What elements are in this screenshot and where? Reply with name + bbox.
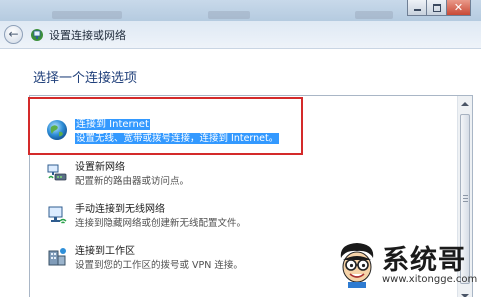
page-title: 设置连接或网络 <box>49 29 126 42</box>
watermark-logo: 系统哥 www.xitongge.com <box>335 238 478 294</box>
blurred-background-label <box>52 11 122 19</box>
minimize-button[interactable] <box>407 0 427 16</box>
grip-line <box>463 201 468 202</box>
back-arrow-icon: ← <box>8 27 19 41</box>
wizard-header: ← 设置连接或网络 <box>0 21 481 49</box>
network-wizard-icon <box>31 29 43 41</box>
blurred-background-label <box>208 11 250 19</box>
window-title-strip: ✕ <box>0 0 481 21</box>
option-title: 设置新网络 <box>75 162 125 173</box>
minimize-icon <box>414 9 421 11</box>
cartoon-face-icon <box>340 243 374 288</box>
grip-line <box>463 195 468 196</box>
option-title: 连接到工作区 <box>75 246 135 257</box>
window-controls: ✕ <box>407 0 471 16</box>
blurred-background-label <box>355 11 393 19</box>
option-manual-wireless[interactable]: 手动连接到无线网络 连接到隐藏网络或创建新无线配置文件。 <box>36 196 451 232</box>
grip-line <box>463 198 468 199</box>
network-setup-icon <box>47 164 67 181</box>
wireless-network-icon <box>48 206 67 224</box>
choose-option-heading: 选择一个连接选项 <box>33 71 138 86</box>
setup-connection-window: ✕ ← 设置连接或网络 选择一个连接选项 连接到 Internet 设置无线、宽… <box>0 0 481 297</box>
workplace-icon <box>48 248 66 266</box>
watermark-url-text: www.xitongge.com <box>382 274 478 285</box>
option-title: 手动连接到无线网络 <box>75 204 165 215</box>
option-description: 设置到您的工作区的拨号或 VPN 连接。 <box>75 260 243 271</box>
watermark-brand-text: 系统哥 <box>382 245 466 276</box>
maximize-button[interactable] <box>427 0 447 16</box>
annotation-highlight-box <box>28 97 303 155</box>
back-button[interactable]: ← <box>4 25 23 44</box>
option-description: 配置新的路由器或访问点。 <box>75 176 190 187</box>
close-icon: ✕ <box>453 1 464 14</box>
close-button[interactable]: ✕ <box>447 0 471 16</box>
option-setup-new-network[interactable]: 设置新网络 配置新的路由器或访问点。 <box>36 154 451 190</box>
scroll-up-arrow-icon[interactable] <box>461 102 469 106</box>
maximize-icon <box>433 4 441 12</box>
option-description: 连接到隐藏网络或创建新无线配置文件。 <box>75 218 247 229</box>
